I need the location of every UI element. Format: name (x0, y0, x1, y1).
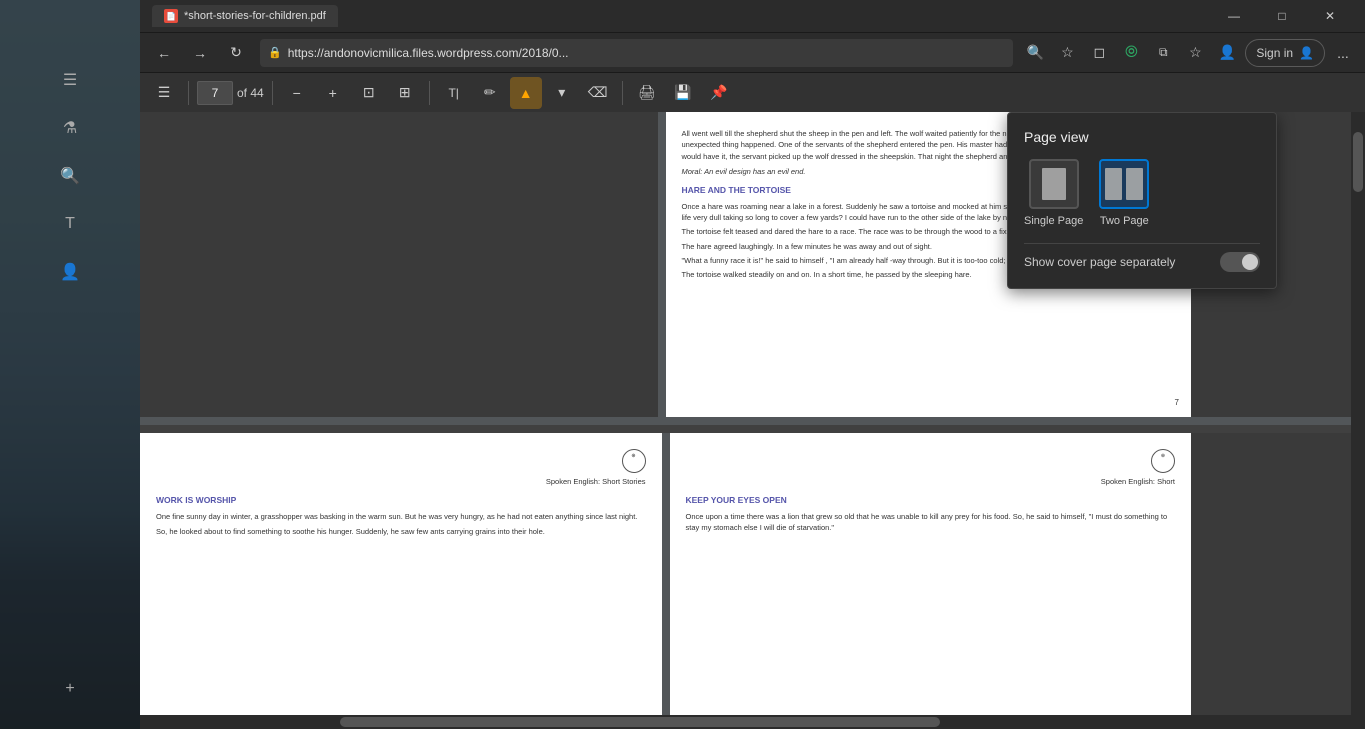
page8-subtitle: Spoken English: Short Stories (156, 477, 646, 488)
edge-icon[interactable]: ⦾ (1117, 39, 1145, 67)
profile-avatar: 👤 (1299, 46, 1314, 60)
content-area: All went well till the shepherd shut the… (140, 112, 1365, 729)
close-button[interactable]: ✕ (1307, 0, 1353, 32)
pages-h-divider (140, 425, 1351, 433)
sign-in-button[interactable]: Sign in 👤 (1245, 39, 1325, 67)
tab-title: *short-stories-for-children.pdf (184, 10, 326, 22)
popup-divider (1024, 243, 1260, 244)
popup-title: Page view (1024, 129, 1260, 145)
page8-logo: ⊕ (156, 449, 646, 473)
sidebar-icon-menu[interactable]: ☰ (50, 60, 90, 100)
sidebar-icon-add[interactable]: + (50, 669, 90, 709)
page8-title: WORK IS WORSHIP (156, 495, 646, 507)
toolbar-sep-3 (429, 81, 430, 105)
pdf-page-9: ⊕ Spoken English: Short KEEP YOUR EYES O… (670, 433, 1192, 729)
single-page-option[interactable]: Single Page (1024, 159, 1083, 227)
erase-button[interactable]: ⌫ (582, 77, 614, 109)
single-page-icon (1029, 159, 1079, 209)
minimize-button[interactable]: — (1211, 0, 1257, 32)
page-total: of 44 (237, 86, 264, 100)
two-page-option[interactable]: Two Page (1099, 159, 1149, 227)
cover-toggle[interactable] (1220, 252, 1260, 272)
pdf-toolbar: ☰ of 44 − + ⊡ ⊞ T| ✏ ▲ ▾ ⌫ 🖨 💾 📌 (140, 72, 1365, 112)
zoom-in-button[interactable]: + (317, 77, 349, 109)
draw-button[interactable]: ✏ (474, 77, 506, 109)
favorites-icon[interactable]: ☆ (1053, 39, 1081, 67)
page9-title: KEEP YOUR EYES OPEN (686, 495, 1176, 507)
window-controls: — □ ✕ (1211, 0, 1353, 32)
split-view-icon[interactable]: ◻ (1085, 39, 1113, 67)
page-divider-v2 (662, 433, 670, 729)
pdf-page-dark-right2 (1191, 433, 1351, 729)
highlight-dropdown[interactable]: ▾ (546, 77, 578, 109)
fit-width-button[interactable]: ⊞ (389, 77, 421, 109)
profile-icon[interactable]: 👤 (1213, 39, 1241, 67)
toolbar-sep-2 (272, 81, 273, 105)
maximize-button[interactable]: □ (1259, 0, 1305, 32)
cover-label: Show cover page separately (1024, 255, 1175, 269)
pdf-content: All went well till the shepherd shut the… (140, 112, 1351, 729)
nav-icons: 🔍 ☆ ◻ ⦾ ⧉ ☆ 👤 Sign in 👤 ... (1021, 39, 1357, 67)
page-navigation: of 44 (197, 81, 264, 105)
single-page-label: Single Page (1024, 215, 1083, 227)
page-view-popup: Page view Single Page (1007, 112, 1277, 289)
two-page-icon (1099, 159, 1149, 209)
sidebar-icon-avatar[interactable]: 👤 (50, 252, 90, 292)
text-select-button[interactable]: T| (438, 77, 470, 109)
title-bar: 📄 *short-stories-for-children.pdf — □ ✕ (140, 0, 1365, 32)
search-icon[interactable]: 🔍 (1021, 39, 1049, 67)
two-page-label: Two Page (1100, 215, 1149, 227)
page-divider-v (658, 112, 666, 417)
toolbar-sep-4 (622, 81, 623, 105)
sidebar-icon-flask[interactable]: ⚗ (50, 108, 90, 148)
address-text: https://andonovicmilica.files.wordpress.… (288, 46, 1006, 60)
refresh-button[interactable]: ↻ (220, 37, 252, 69)
pdf-page-dark-left (140, 112, 658, 417)
scrollbar-bottom[interactable] (140, 715, 1351, 729)
page-number-input[interactable] (197, 81, 233, 105)
sidebar-icon-translate[interactable]: T (50, 204, 90, 244)
browser-window: 📄 *short-stories-for-children.pdf — □ ✕ … (140, 0, 1365, 729)
page7-number: 7 (1175, 397, 1179, 408)
more-button[interactable]: ... (1329, 39, 1357, 67)
pdf-page-8: ⊕ Spoken English: Short Stories WORK IS … (140, 433, 662, 729)
nav-bar: ← → ↻ 🔒 https://andonovicmilica.files.wo… (140, 32, 1365, 72)
page9-logo: ⊕ (686, 449, 1176, 473)
scrollbar-right[interactable] (1351, 112, 1365, 729)
highlight-button[interactable]: ▲ (510, 77, 542, 109)
zoom-out-button[interactable]: − (281, 77, 313, 109)
address-bar[interactable]: 🔒 https://andonovicmilica.files.wordpres… (260, 39, 1013, 67)
cover-row: Show cover page separately (1024, 252, 1260, 272)
toolbar-sep-1 (188, 81, 189, 105)
fit-page-button[interactable]: ⊡ (353, 77, 385, 109)
favorites-bar-icon[interactable]: ☆ (1181, 39, 1209, 67)
page8-text2: So, he looked about to find something to… (156, 526, 646, 537)
page9-text: Once upon a time there was a lion that g… (686, 511, 1176, 534)
collections-icon[interactable]: ⧉ (1149, 39, 1177, 67)
sidebar-toggle-button[interactable]: ☰ (148, 77, 180, 109)
print-button[interactable]: 🖨 (631, 77, 663, 109)
lock-icon: 🔒 (268, 46, 282, 59)
forward-button[interactable]: → (184, 37, 216, 69)
toggle-knob (1242, 254, 1258, 270)
tab-pdf-icon: 📄 (164, 9, 178, 23)
scrollbar-thumb-h[interactable] (340, 717, 940, 727)
active-tab[interactable]: 📄 *short-stories-for-children.pdf (152, 5, 338, 27)
back-button[interactable]: ← (148, 37, 180, 69)
page-view-options: Single Page Two Page (1024, 159, 1260, 227)
save-button[interactable]: 💾 (667, 77, 699, 109)
left-sidebar: ☰ ⚗ 🔍 T 👤 + (0, 0, 140, 729)
page8-text1: One fine sunny day in winter, a grasshop… (156, 511, 646, 522)
scrollbar-thumb-v[interactable] (1353, 132, 1363, 192)
sidebar-icon-search[interactable]: 🔍 (50, 156, 90, 196)
pin-button[interactable]: 📌 (703, 77, 735, 109)
tab-bar: 📄 *short-stories-for-children.pdf (152, 5, 1211, 27)
page9-subtitle: Spoken English: Short (686, 477, 1176, 488)
